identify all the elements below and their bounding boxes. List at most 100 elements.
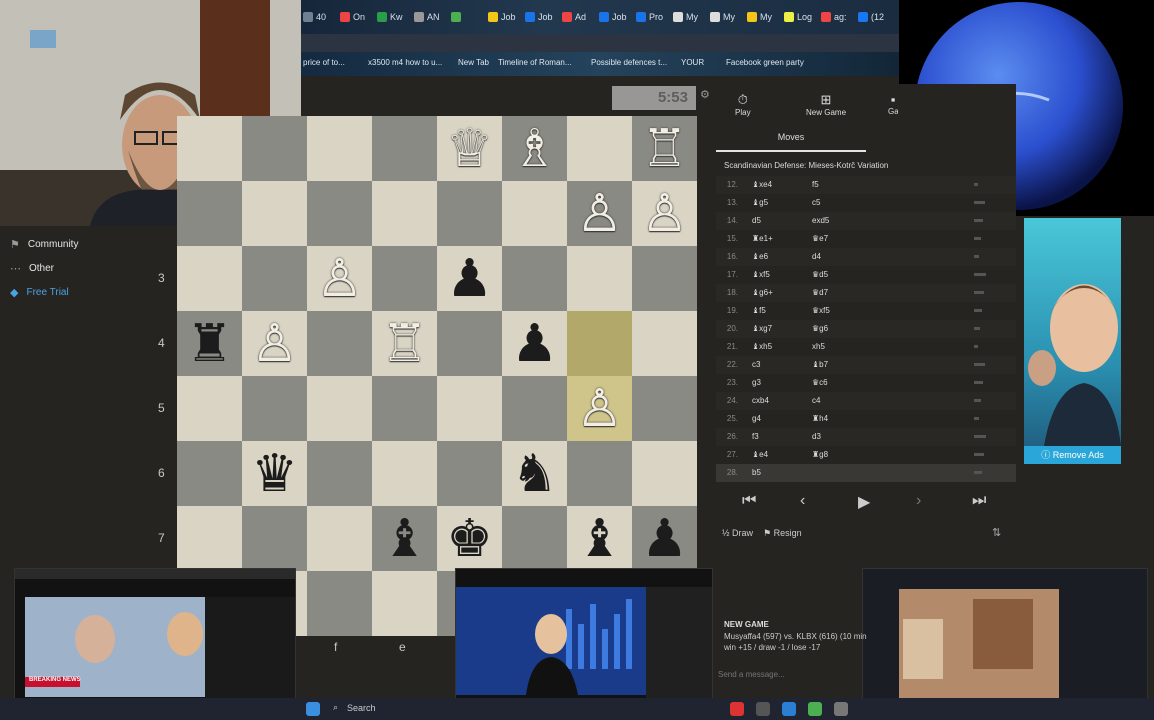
board-square[interactable]: ♞ xyxy=(502,441,567,506)
black-move[interactable]: ♜h4 xyxy=(812,414,828,423)
board-square[interactable]: ♝ xyxy=(567,506,632,571)
black-move[interactable]: exd5 xyxy=(812,216,829,225)
board-square[interactable] xyxy=(177,246,242,311)
board-square[interactable] xyxy=(502,181,567,246)
board-square[interactable] xyxy=(632,376,697,441)
board-square[interactable] xyxy=(502,376,567,441)
app-icon[interactable] xyxy=(808,702,822,716)
white-move[interactable]: g4 xyxy=(752,414,761,423)
black-king-icon[interactable]: ♚ xyxy=(446,513,493,565)
black-move[interactable]: c5 xyxy=(812,198,820,207)
white-move[interactable]: ♝xf5 xyxy=(752,270,770,279)
board-square[interactable] xyxy=(632,441,697,506)
board-square[interactable] xyxy=(307,311,372,376)
black-move[interactable]: ♛g6 xyxy=(812,324,828,333)
board-square[interactable] xyxy=(632,246,697,311)
board-square[interactable]: ♜ xyxy=(177,311,242,376)
board-square[interactable] xyxy=(502,506,567,571)
board-square[interactable] xyxy=(242,181,307,246)
board-square[interactable] xyxy=(372,376,437,441)
board-square[interactable]: ♙ xyxy=(242,311,307,376)
white-move[interactable]: d5 xyxy=(752,216,761,225)
browser-tab[interactable]: Job xyxy=(599,8,627,26)
black-pawn-icon[interactable]: ♟ xyxy=(641,513,688,565)
bookmark-item[interactable]: Facebook green party xyxy=(726,58,804,67)
board-square[interactable] xyxy=(307,506,372,571)
sidebar-item-other[interactable]: ⋯ Other xyxy=(10,262,54,275)
board-square[interactable]: ♛ xyxy=(242,441,307,506)
news-thumbnail[interactable]: BREAKING NEWS xyxy=(14,568,296,716)
app-icon[interactable] xyxy=(834,702,848,716)
white-move[interactable]: cxb4 xyxy=(752,396,769,405)
white-move[interactable]: ♝g5 xyxy=(752,198,768,207)
white-move[interactable]: ♝xg7 xyxy=(752,324,772,333)
board-square[interactable] xyxy=(372,246,437,311)
browser-tab[interactable] xyxy=(451,8,464,26)
white-move[interactable]: ♝e4 xyxy=(752,450,768,459)
browser-tab[interactable]: 40 xyxy=(303,8,326,26)
board-square[interactable]: ♟ xyxy=(632,506,697,571)
browser-tab[interactable]: On xyxy=(340,8,365,26)
black-queen-icon[interactable]: ♛ xyxy=(251,448,298,500)
white-rook-icon[interactable]: ♖ xyxy=(381,318,428,370)
board-square[interactable] xyxy=(632,311,697,376)
board-square[interactable] xyxy=(177,376,242,441)
white-bishop-icon[interactable]: ♗ xyxy=(511,123,558,175)
resign-button[interactable]: Resign xyxy=(774,528,802,538)
board-square[interactable]: ♙ xyxy=(307,246,372,311)
next-move-icon[interactable]: ▶ xyxy=(858,492,870,512)
board-square[interactable] xyxy=(437,441,502,506)
black-move[interactable]: ♛d7 xyxy=(812,288,828,297)
white-move[interactable]: g3 xyxy=(752,378,761,387)
white-pawn-icon[interactable]: ♙ xyxy=(576,383,623,435)
black-bishop-icon[interactable]: ♝ xyxy=(381,513,428,565)
first-move-icon[interactable]: ⏮ xyxy=(742,492,756,510)
board-square[interactable] xyxy=(177,441,242,506)
board-square[interactable] xyxy=(242,116,307,181)
black-move[interactable]: d4 xyxy=(812,252,821,261)
black-move[interactable]: xh5 xyxy=(812,342,825,351)
black-bishop-icon[interactable]: ♝ xyxy=(576,513,623,565)
black-move[interactable]: f5 xyxy=(812,180,819,189)
forward-move-icon[interactable]: › xyxy=(916,492,921,510)
remove-ads-button[interactable]: ⓘ Remove Ads xyxy=(1024,446,1121,464)
windows-start-icon[interactable] xyxy=(306,702,320,716)
black-move[interactable]: ♜g8 xyxy=(812,450,828,459)
black-knight-icon[interactable]: ♞ xyxy=(511,448,558,500)
search-icon[interactable]: ⌕ xyxy=(333,702,338,713)
black-move[interactable]: d3 xyxy=(812,432,821,441)
white-move[interactable]: c3 xyxy=(752,360,760,369)
play-button[interactable]: ⏱ Play xyxy=(735,92,751,117)
browser-tab[interactable]: Job xyxy=(525,8,553,26)
black-move[interactable]: c4 xyxy=(812,396,820,405)
app-icon[interactable] xyxy=(756,702,770,716)
white-move[interactable]: ♜e1+ xyxy=(752,234,773,243)
board-square[interactable] xyxy=(307,116,372,181)
board-square[interactable] xyxy=(177,181,242,246)
bookmark-item[interactable]: price of to... xyxy=(303,58,345,67)
white-pawn-icon[interactable]: ♙ xyxy=(641,188,688,240)
game-thumbnail[interactable] xyxy=(862,568,1148,716)
black-pawn-icon[interactable]: ♟ xyxy=(446,253,493,305)
board-square[interactable] xyxy=(242,376,307,441)
bookmark-item[interactable]: Timeline of Roman... xyxy=(498,58,572,67)
board-square[interactable] xyxy=(372,116,437,181)
board-square[interactable]: ♙ xyxy=(567,181,632,246)
black-move[interactable]: ♛xf5 xyxy=(812,306,830,315)
black-rook-icon[interactable]: ♜ xyxy=(186,318,233,370)
white-move[interactable]: ♝e6 xyxy=(752,252,768,261)
white-move[interactable]: ♝xe4 xyxy=(752,180,772,189)
white-pawn-icon[interactable]: ♙ xyxy=(576,188,623,240)
board-square[interactable] xyxy=(242,246,307,311)
bookmark-item[interactable]: New Tab xyxy=(458,58,489,67)
interview-thumbnail[interactable] xyxy=(455,568,713,716)
browser-tab[interactable]: Job xyxy=(488,8,516,26)
last-move-icon[interactable]: ⏭ xyxy=(972,492,986,510)
draw-button[interactable]: Draw xyxy=(732,528,753,538)
board-square[interactable] xyxy=(372,181,437,246)
bookmark-item[interactable]: YOUR xyxy=(681,58,704,67)
white-rook-icon[interactable]: ♖ xyxy=(641,123,688,175)
browser-tab[interactable]: My xyxy=(673,8,698,26)
white-move[interactable]: ♝f5 xyxy=(752,306,766,315)
chat-input[interactable] xyxy=(716,666,860,682)
